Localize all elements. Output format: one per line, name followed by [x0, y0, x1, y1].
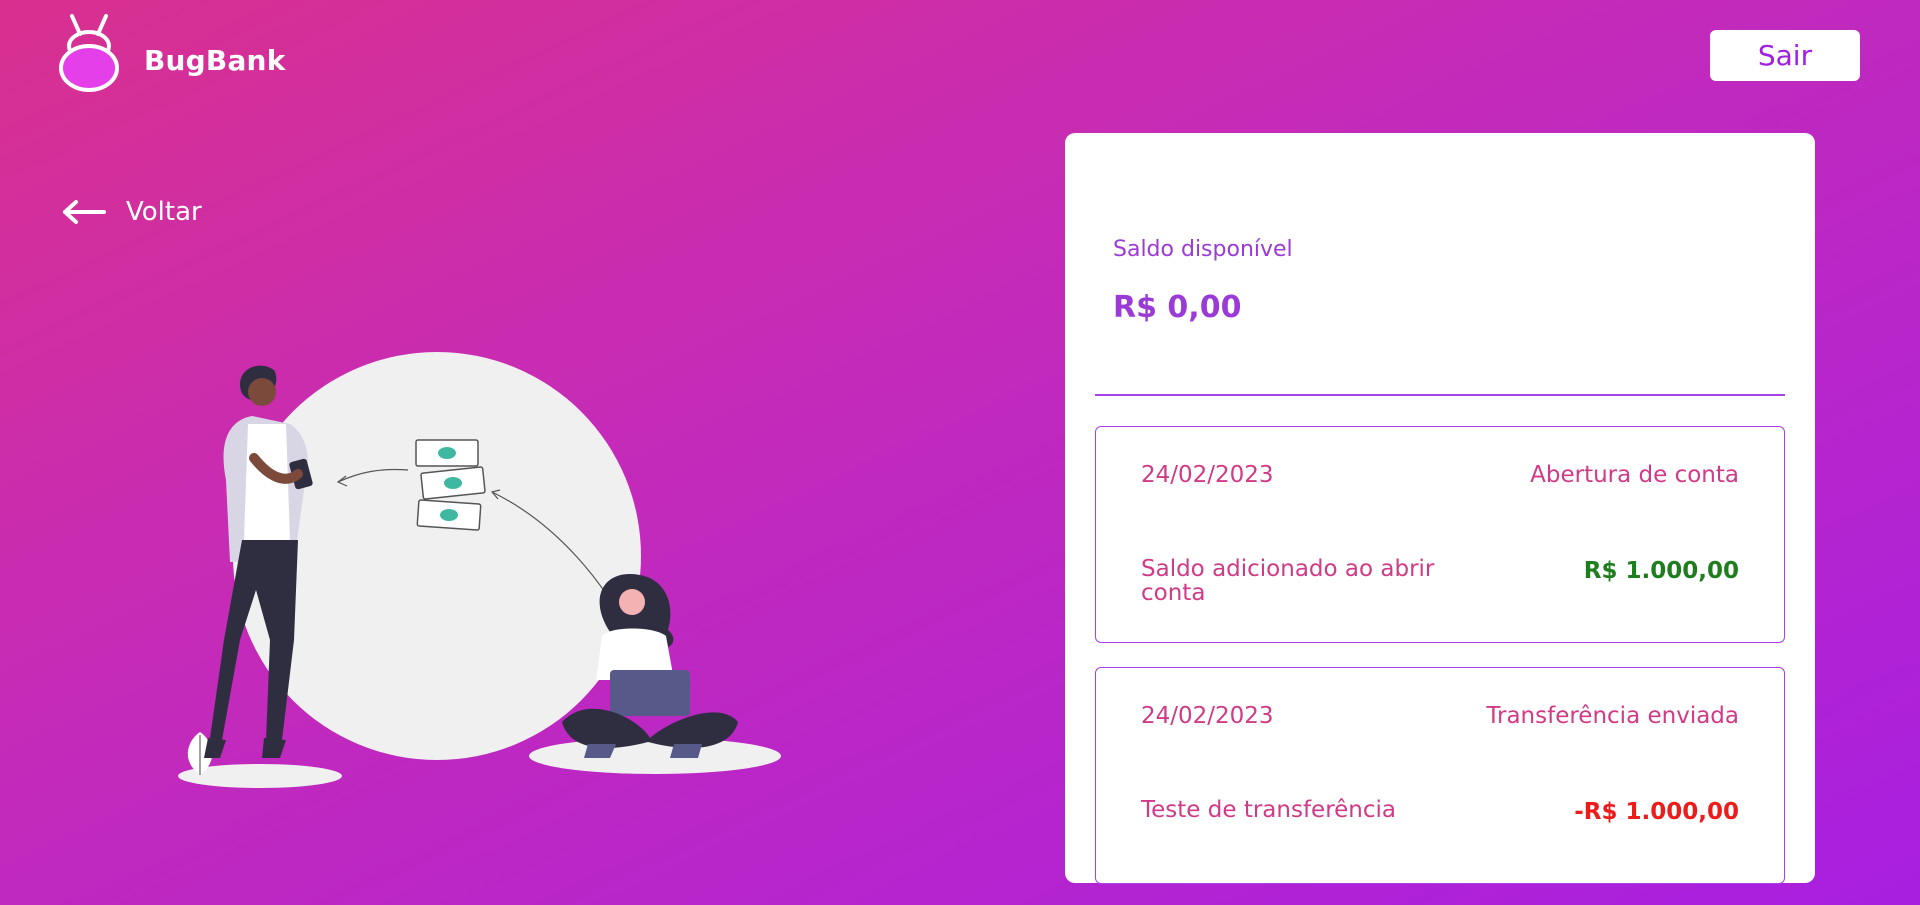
back-label: Voltar: [126, 197, 202, 227]
transaction-amount: R$ 1.000,00: [1583, 558, 1739, 584]
transaction-type: Transferência enviada: [1486, 703, 1739, 729]
transaction-description: Teste de transferência: [1141, 797, 1396, 823]
transaction-type: Abertura de conta: [1530, 462, 1739, 488]
transaction-description: Saldo adicionado ao abrir conta: [1141, 556, 1435, 606]
transaction-item: 24/02/2023 Abertura de conta Saldo adici…: [1095, 426, 1785, 643]
brand-name: BugBank: [144, 44, 286, 77]
divider: [1095, 394, 1785, 396]
bug-icon: [59, 14, 119, 92]
transfer-illustration: [178, 352, 781, 788]
statement-card: Saldo disponível R$ 0,00 24/02/2023 Aber…: [1065, 133, 1815, 884]
balance-label: Saldo disponível: [1113, 237, 1293, 262]
bugbank-logo: [58, 12, 120, 94]
transaction-amount: -R$ 1.000,00: [1574, 799, 1739, 825]
arrow-left-icon: [63, 200, 106, 224]
balance-value: R$ 0,00: [1113, 290, 1242, 325]
transaction-date: 24/02/2023: [1141, 462, 1274, 488]
logout-button[interactable]: Sair: [1710, 30, 1860, 81]
transaction-item: 24/02/2023 Transferência enviada Teste d…: [1095, 667, 1785, 884]
transaction-date: 24/02/2023: [1141, 703, 1274, 729]
back-link[interactable]: Voltar: [62, 192, 202, 232]
